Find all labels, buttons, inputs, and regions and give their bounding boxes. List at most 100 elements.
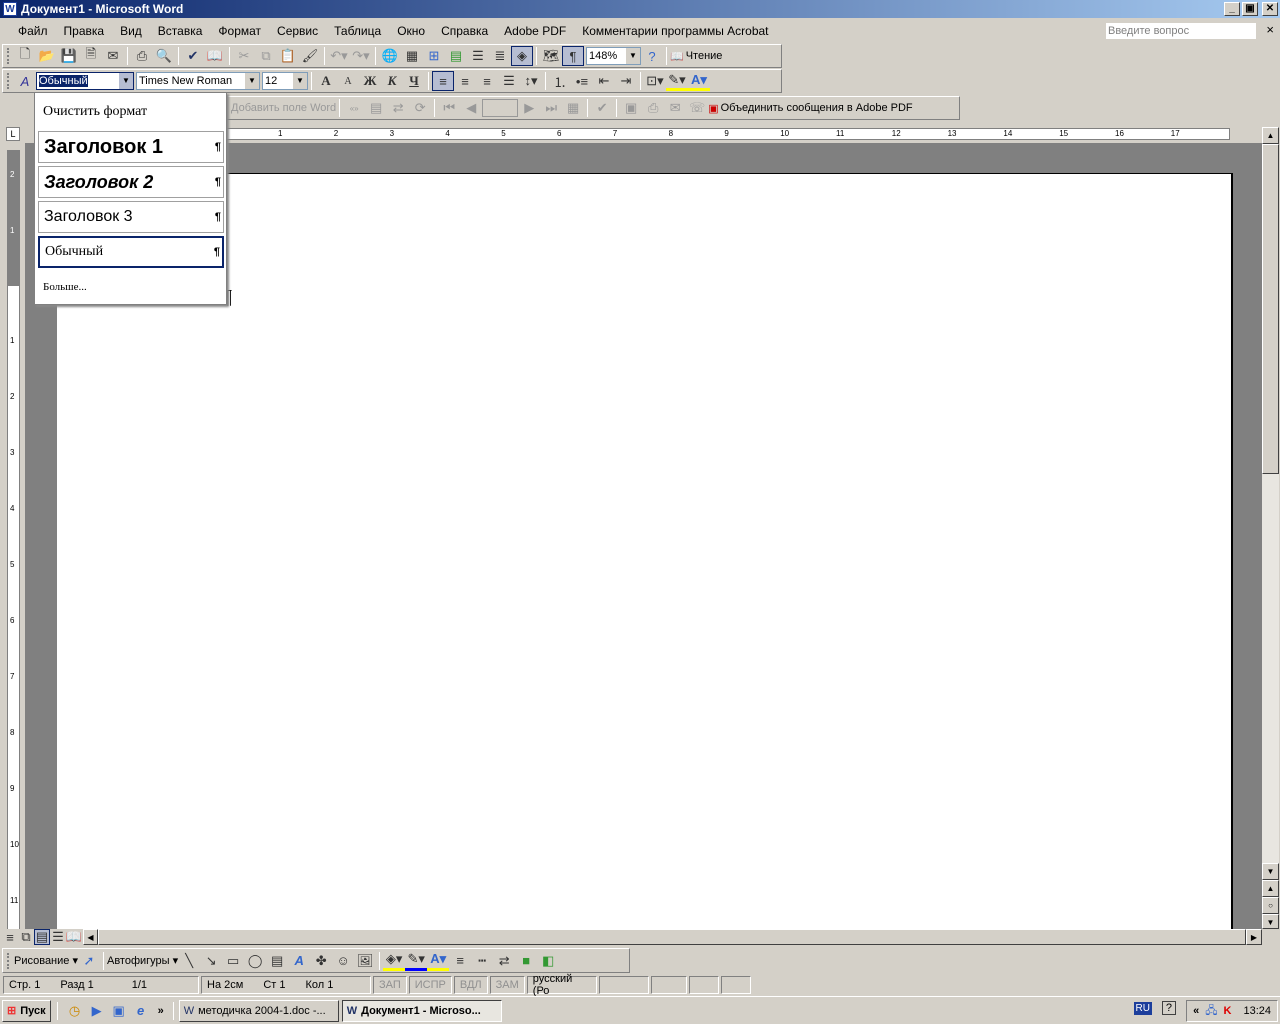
highlight-fields-icon[interactable]: ▤: [365, 98, 387, 118]
menu-view[interactable]: Вид: [112, 24, 150, 38]
merge-to-pdf-button[interactable]: ▣ Объединить сообщения в Adobe PDF: [708, 102, 912, 115]
browse-object-button[interactable]: ○: [1262, 897, 1279, 914]
line-color-icon[interactable]: ✎▾: [405, 951, 428, 971]
merge-new-doc-icon[interactable]: ▣: [620, 98, 642, 118]
previous-page-button[interactable]: ▲: [1262, 880, 1279, 897]
font-size-combo[interactable]: 12 ▼: [262, 72, 308, 90]
merge-fax-icon[interactable]: ☏: [686, 98, 708, 118]
font-color-draw-icon[interactable]: A▾: [427, 951, 450, 971]
menu-table[interactable]: Таблица: [326, 24, 389, 38]
close-button[interactable]: ✕: [1262, 2, 1278, 16]
prev-record-icon[interactable]: ◀: [460, 98, 482, 118]
menu-edit[interactable]: Правка: [56, 24, 113, 38]
new-icon[interactable]: 🗋: [14, 46, 36, 66]
line-icon[interactable]: ╲: [178, 951, 200, 971]
scroll-up-button[interactable]: ▲: [1262, 127, 1279, 144]
redo-icon[interactable]: ↷▾: [350, 46, 372, 66]
columns-icon[interactable]: ☰: [467, 46, 489, 66]
match-fields-icon[interactable]: ⇄: [387, 98, 409, 118]
underline-button[interactable]: Ч: [403, 71, 425, 91]
menu-insert[interactable]: Вставка: [150, 24, 211, 38]
bold-button[interactable]: Ж: [359, 71, 381, 91]
insert-word-field-button[interactable]: Добавить поле Word: [231, 102, 336, 114]
borders-icon[interactable]: ⊡▾: [644, 71, 666, 91]
align-left-icon[interactable]: ≡: [432, 71, 454, 91]
columns2-icon[interactable]: ≣: [489, 46, 511, 66]
numbering-icon[interactable]: ⒈: [549, 71, 571, 91]
status-rec[interactable]: ЗАП: [373, 976, 407, 994]
find-entry-icon[interactable]: ▦: [562, 98, 584, 118]
paste-icon[interactable]: 📋: [277, 46, 299, 66]
3d-icon[interactable]: ◧: [537, 951, 559, 971]
dash-style-icon[interactable]: ┅: [471, 951, 493, 971]
copy-icon[interactable]: ⧉: [255, 46, 277, 66]
line-spacing-icon[interactable]: ↕▾: [520, 71, 542, 91]
cut-icon[interactable]: ✂: [233, 46, 255, 66]
view-merged-data-icon[interactable]: «»: [343, 98, 365, 118]
justify-icon[interactable]: ☰: [498, 71, 520, 91]
quicklaunch-more[interactable]: »: [158, 1005, 164, 1017]
font-color-icon[interactable]: A▾: [688, 71, 710, 91]
drawing-menu-button[interactable]: Рисование ▾: [14, 954, 78, 967]
help-icon[interactable]: ?: [641, 46, 663, 66]
format-painter-icon[interactable]: 🖌: [299, 46, 321, 66]
diagram-icon[interactable]: ✤: [310, 951, 332, 971]
decrease-indent-icon[interactable]: ⇤: [593, 71, 615, 91]
hyperlink-icon[interactable]: 🌐: [379, 46, 401, 66]
style-heading-3[interactable]: Заголовок 3 ¶: [38, 201, 224, 233]
status-overtype[interactable]: ЗАМ: [489, 976, 525, 994]
menu-format[interactable]: Формат: [210, 24, 269, 38]
italic-button[interactable]: К: [381, 71, 403, 91]
show-hidden-icons[interactable]: «: [1193, 1005, 1199, 1017]
help-tray-icon[interactable]: ?: [1161, 1001, 1176, 1015]
permission-icon[interactable]: 🗎: [80, 46, 102, 66]
propagate-labels-icon[interactable]: ⟳: [409, 98, 431, 118]
align-center-icon[interactable]: ≡: [454, 71, 476, 91]
more-styles-item[interactable]: Больше...: [43, 281, 87, 293]
first-record-icon[interactable]: ⏮: [438, 98, 460, 118]
normal-view-icon[interactable]: ≡: [2, 927, 18, 947]
rectangle-icon[interactable]: ▭: [222, 951, 244, 971]
highlight-icon[interactable]: ✎▾: [666, 71, 688, 91]
vertical-scrollbar[interactable]: ▲ ▼ ▲ ○ ▼: [1262, 127, 1279, 929]
insert-table-icon[interactable]: ⊞: [423, 46, 445, 66]
reading-button[interactable]: 📖 Чтение: [670, 50, 722, 63]
style-combo[interactable]: Обычный ▼: [36, 72, 134, 90]
align-right-icon[interactable]: ≡: [476, 71, 498, 91]
language-indicator[interactable]: RU: [1133, 1002, 1152, 1015]
styles-icon[interactable]: A: [14, 71, 36, 91]
show-formatting-button[interactable]: ¶: [562, 46, 584, 66]
restore-button[interactable]: ▣: [1242, 2, 1258, 16]
check-errors-icon[interactable]: ✔: [591, 98, 613, 118]
status-track[interactable]: ИСПР: [408, 976, 452, 994]
research-icon[interactable]: 📖: [204, 46, 226, 66]
task-document1[interactable]: W Документ1 - Microso...: [341, 999, 502, 1022]
record-input[interactable]: [482, 99, 519, 117]
grow-font-icon[interactable]: A: [315, 71, 337, 91]
open-icon[interactable]: 📂: [36, 46, 58, 66]
print-layout-icon[interactable]: ▤: [34, 929, 50, 945]
chevron-down-icon[interactable]: ▼: [245, 73, 259, 89]
ie-icon[interactable]: e: [130, 1001, 152, 1021]
ask-question-input[interactable]: Введите вопрос: [1106, 23, 1256, 39]
task-metodichka[interactable]: Wметодичка 2004-1.doc -...: [178, 999, 339, 1022]
zoom-combo[interactable]: 148% ▼: [586, 47, 641, 65]
select-objects-icon[interactable]: ➚: [78, 951, 100, 971]
chevron-down-icon[interactable]: ▼: [293, 73, 307, 89]
drawing-icon[interactable]: ◈: [511, 46, 533, 66]
next-page-button[interactable]: ▼: [1262, 914, 1279, 929]
bullets-icon[interactable]: •≡: [571, 71, 593, 91]
picture-icon[interactable]: 🖼: [354, 951, 376, 971]
spelling-icon[interactable]: ✔: [182, 46, 204, 66]
merge-email-icon[interactable]: ✉: [664, 98, 686, 118]
web-view-icon[interactable]: ⧉: [18, 927, 34, 947]
style-heading-1[interactable]: Заголовок 1 ¶: [38, 131, 224, 163]
arrow-icon[interactable]: ↘: [200, 951, 222, 971]
close-document-button[interactable]: ×: [1266, 22, 1274, 37]
style-normal[interactable]: Обычный ¶: [38, 236, 224, 268]
menu-help[interactable]: Справка: [433, 24, 496, 38]
autoshapes-button[interactable]: Автофигуры ▾: [107, 954, 178, 967]
outlook-icon[interactable]: ◷: [64, 1001, 86, 1021]
chevron-down-icon[interactable]: ▼: [626, 48, 640, 64]
scroll-thumb[interactable]: [1262, 144, 1279, 474]
